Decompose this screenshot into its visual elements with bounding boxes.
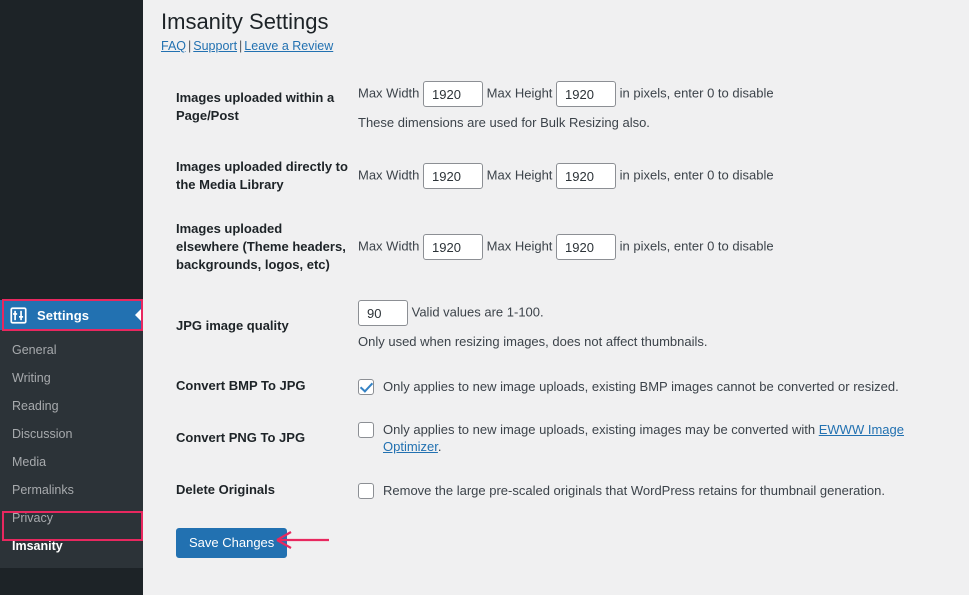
row-label-elsewhere: Images uploaded elsewhere (Theme headers… bbox=[176, 221, 346, 272]
sidebar-bottom-filler bbox=[0, 568, 143, 595]
sidebar-item-reading[interactable]: Reading bbox=[0, 392, 143, 420]
settings-content: Imsanity Settings FAQ | Support | Leave a Re… bbox=[143, 0, 969, 595]
admin-settings-icon bbox=[8, 305, 28, 325]
row-field-bmp-to-jpg: Only applies to new image uploads, exist… bbox=[358, 364, 951, 408]
table-row-jpg-quality: JPG image quality Valid values are 1-100… bbox=[161, 287, 951, 364]
table-row-media-library: Images uploaded directly to the Media Li… bbox=[161, 145, 951, 207]
table-row-delete-originals: Delete Originals Remove the large pre-sc… bbox=[161, 468, 951, 512]
table-row-png-to-jpg: Convert PNG To JPG Only applies to new i… bbox=[161, 408, 951, 468]
pixels-suffix-elsewhere: in pixels, enter 0 to disable bbox=[619, 238, 774, 254]
sidebar-item-writing-label: Writing bbox=[12, 371, 51, 385]
faq-link[interactable]: FAQ bbox=[161, 39, 186, 53]
max-height-label-elsewhere: Max Height bbox=[486, 238, 553, 254]
jpg-quality-input[interactable] bbox=[358, 300, 408, 326]
plugin-links: FAQ | Support | Leave a Review bbox=[161, 38, 969, 68]
bmp-to-jpg-checkbox-row: Only applies to new image uploads, exist… bbox=[358, 378, 941, 395]
max-width-label-elsewhere: Max Width bbox=[358, 238, 420, 254]
bmp-to-jpg-description: Only applies to new image uploads, exist… bbox=[383, 378, 899, 394]
sidebar-item-imsanity-label: Imsanity bbox=[12, 539, 63, 553]
sidebar-item-general[interactable]: General bbox=[0, 336, 143, 364]
delete-originals-checkbox-row: Remove the large pre-scaled originals th… bbox=[358, 482, 941, 499]
delete-originals-description: Remove the large pre-scaled originals th… bbox=[383, 482, 885, 498]
row-field-jpg-quality: Valid values are 1-100. Only used when r… bbox=[358, 287, 951, 364]
max-width-input-page-post[interactable] bbox=[423, 81, 484, 107]
leave-a-review-link[interactable]: Leave a Review bbox=[244, 39, 333, 53]
row-label-png-to-jpg: Convert PNG To JPG bbox=[176, 430, 306, 445]
png-to-jpg-description: Only applies to new image uploads, exist… bbox=[383, 421, 941, 455]
pixels-suffix-page-post: in pixels, enter 0 to disable bbox=[619, 85, 774, 101]
max-height-label-media-library: Max Height bbox=[486, 167, 553, 183]
sidebar-item-writing[interactable]: Writing bbox=[0, 364, 143, 392]
max-width-label-media-library: Max Width bbox=[358, 167, 420, 183]
sidebar-item-permalinks[interactable]: Permalinks bbox=[0, 476, 143, 504]
submenu-indicator-arrow-icon bbox=[135, 307, 143, 323]
table-row-elsewhere: Images uploaded elsewhere (Theme headers… bbox=[161, 207, 951, 287]
row-description-jpg-quality: Only used when resizing images, does not… bbox=[358, 334, 708, 349]
support-link[interactable]: Support bbox=[193, 39, 237, 53]
row-label-bmp-to-jpg: Convert BMP To JPG bbox=[176, 378, 306, 393]
png-to-jpg-checkbox[interactable] bbox=[358, 422, 374, 438]
row-label-page-post: Images uploaded within a Page/Post bbox=[176, 89, 335, 123]
max-width-input-elsewhere[interactable] bbox=[423, 234, 484, 260]
sidebar-item-general-label: General bbox=[12, 343, 57, 357]
sidebar-item-media-label: Media bbox=[12, 455, 47, 469]
sidebar-item-discussion[interactable]: Discussion bbox=[0, 420, 143, 448]
row-field-media-library: Max Width Max Height in pixels, enter 0 … bbox=[358, 145, 951, 207]
sidebar-item-privacy-label: Privacy bbox=[12, 511, 53, 525]
row-field-elsewhere: Max Width Max Height in pixels, enter 0 … bbox=[358, 207, 951, 287]
sidebar-item-permalinks-label: Permalinks bbox=[12, 483, 74, 497]
max-height-input-media-library[interactable] bbox=[556, 163, 617, 189]
sidebar-item-discussion-label: Discussion bbox=[12, 427, 73, 441]
max-height-input-elsewhere[interactable] bbox=[556, 234, 617, 260]
table-row-page-post: Images uploaded within a Page/Post Max W… bbox=[161, 68, 951, 145]
png-to-jpg-text-before: Only applies to new image uploads, exist… bbox=[383, 422, 819, 437]
table-row-bmp-to-jpg: Convert BMP To JPG Only applies to new i… bbox=[161, 364, 951, 408]
annotation-arrow-icon bbox=[276, 531, 329, 549]
row-field-png-to-jpg: Only applies to new image uploads, exist… bbox=[358, 408, 951, 468]
sidebar-top-spacer bbox=[0, 0, 143, 300]
delete-originals-checkbox[interactable] bbox=[358, 482, 374, 499]
save-section: Save Changes bbox=[161, 512, 969, 558]
sidebar-item-media[interactable]: Media bbox=[0, 448, 143, 476]
settings-submenu: General Writing Reading Discussion Media… bbox=[0, 330, 143, 568]
wordpress-admin-screen: Settings General Writing Reading Discuss… bbox=[0, 0, 969, 595]
row-label-delete-originals: Delete Originals bbox=[176, 482, 275, 497]
sidebar-item-imsanity[interactable]: Imsanity bbox=[0, 532, 143, 560]
png-to-jpg-checkbox-row: Only applies to new image uploads, exist… bbox=[358, 421, 941, 455]
sidebar-item-reading-label: Reading bbox=[12, 399, 59, 413]
admin-sidebar: Settings General Writing Reading Discuss… bbox=[0, 0, 143, 595]
row-field-delete-originals: Remove the large pre-scaled originals th… bbox=[358, 468, 951, 512]
png-to-jpg-text-after: . bbox=[437, 439, 442, 454]
sidebar-item-settings-label: Settings bbox=[37, 307, 90, 323]
pixels-suffix-media-library: in pixels, enter 0 to disable bbox=[619, 167, 774, 183]
imsanity-settings-table: Images uploaded within a Page/Post Max W… bbox=[161, 68, 951, 512]
row-label-jpg-quality: JPG image quality bbox=[176, 317, 289, 333]
sidebar-item-settings[interactable]: Settings bbox=[0, 300, 143, 330]
sidebar-item-privacy[interactable]: Privacy bbox=[0, 504, 143, 532]
max-width-input-media-library[interactable] bbox=[423, 163, 484, 189]
row-description-page-post: These dimensions are used for Bulk Resiz… bbox=[358, 115, 650, 130]
bmp-to-jpg-checkbox[interactable] bbox=[358, 378, 374, 395]
max-height-label-page-post: Max Height bbox=[486, 85, 553, 101]
row-field-page-post: Max Width Max Height in pixels, enter 0 … bbox=[358, 68, 951, 145]
max-height-input-page-post[interactable] bbox=[556, 81, 617, 107]
row-label-media-library: Images uploaded directly to the Media Li… bbox=[176, 159, 348, 192]
max-width-label-page-post: Max Width bbox=[358, 85, 420, 101]
jpg-quality-suffix: Valid values are 1-100. bbox=[411, 304, 544, 320]
page-title: Imsanity Settings bbox=[161, 9, 329, 34]
